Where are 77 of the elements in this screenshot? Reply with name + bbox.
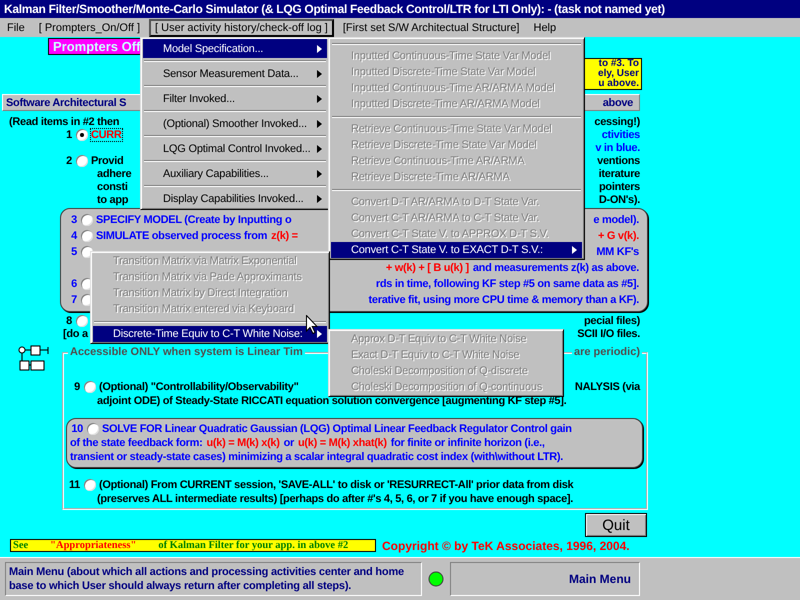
- group-label: Accessible ONLY when system is Linear Tim: [68, 346, 305, 358]
- option-text: D-ON's).: [598, 194, 640, 206]
- option-text: to app: [97, 194, 128, 206]
- status-panel: Main Menu: [450, 562, 640, 596]
- option-text: ctivities: [602, 128, 640, 140]
- mouse-pointer-icon: [306, 315, 318, 334]
- window-title: Kalman Filter/Smoother/Monte-Carlo Simulator (& LQG Optimal Feedback Control/LTR for LTI Only): - (task not named yet): [0, 0, 800, 18]
- option-text: SCII I/O files.: [577, 328, 640, 340]
- radio-button[interactable]: [84, 479, 96, 491]
- status-message: Main Menu (about which all actions and processing activities center and home base to which User should always return after completing all steps).: [5, 562, 422, 596]
- radio-button[interactable]: [76, 314, 88, 326]
- option-text: NALYSIS (via: [574, 381, 640, 393]
- option-text: adhere: [97, 168, 132, 180]
- menu-item[interactable]: (Optional) Smoother Invoked...: [143, 114, 327, 133]
- hint-text: to #3. To: [598, 59, 639, 69]
- option-text: consti: [97, 180, 128, 192]
- option-text: SIMULATE observed process from z(k) =: [96, 230, 298, 242]
- option-number: 11: [68, 479, 80, 491]
- option-number: 2: [65, 154, 72, 166]
- option-number: 5: [70, 246, 77, 258]
- header-text: Software Architectural S: [6, 96, 126, 108]
- option-text: pecial files): [584, 314, 640, 326]
- option-text: rds in time, following KF step #5 on same data as #5].: [376, 278, 639, 290]
- copyright-text: Copyright © by TeK Associates, 1996, 2004.: [382, 538, 630, 552]
- menu-item[interactable]: LQG Optimal Control Invoked...: [143, 139, 327, 158]
- menu-item[interactable]: Filter Invoked...: [143, 89, 327, 108]
- option-text: SOLVE FOR Linear Quadratic Gaussian (LQG) Optimal Linear Feedback Regulator Control gain: [102, 423, 572, 435]
- option-number: 8: [65, 314, 72, 326]
- menu-item[interactable]: Auxiliary Capabilities...: [143, 164, 327, 183]
- option-number: 4: [70, 230, 77, 242]
- option-text: (Read items in #2 then: [9, 116, 120, 128]
- header-text: above: [602, 96, 633, 108]
- option-text: e model).: [593, 214, 639, 226]
- menu-item[interactable]: Convert C-T State V. to EXACT D-T S.V.:: [331, 242, 582, 258]
- footer-text: of Kalman Filter for your app. in above #2: [158, 540, 348, 551]
- option-text: cessing!): [594, 116, 640, 128]
- option-number: 7: [70, 294, 77, 306]
- option-text: (Optional) "Controllability/Observability": [99, 381, 299, 393]
- quit-button[interactable]: Quit: [585, 513, 647, 537]
- radio-button[interactable]: [87, 423, 99, 435]
- option-number: 1: [65, 128, 72, 140]
- radio-button[interactable]: [76, 128, 88, 140]
- option-text: (Optional) From CURRENT session, 'SAVE-ALL' to disk or 'RESURRECT-All' prior data from disk: [99, 479, 574, 491]
- footer-text: See: [13, 540, 28, 551]
- option-text: Provid: [91, 154, 124, 166]
- option-text: + G v(k).: [598, 230, 639, 242]
- option-text: CURR: [91, 128, 122, 140]
- menu-item[interactable]: Model Specification...: [143, 39, 327, 58]
- option-number: 6: [70, 278, 77, 290]
- option-number: 9: [73, 381, 80, 393]
- option-text: SPECIFY MODEL (Create by Inputting o: [96, 214, 292, 226]
- option-text: v in blue.: [595, 142, 640, 154]
- option-text: iterature: [598, 168, 640, 180]
- radio-button[interactable]: [81, 230, 93, 242]
- option-text: of the state feedback form: u(k) = M(k) x(k) or u(k) = M(k) xhat(k) for finite or infinite horizon (i.e.,: [70, 437, 545, 449]
- option-text: pointers: [599, 180, 640, 192]
- menu-item[interactable]: Discrete-Time Equiv to C-T White Noise:: [93, 326, 327, 342]
- radio-button[interactable]: [81, 214, 93, 226]
- hint-text: ely, User: [598, 69, 639, 79]
- hint-text: u above.: [598, 79, 639, 89]
- option-text: ventions: [597, 154, 640, 166]
- option-text: MM KF's: [596, 246, 639, 258]
- radio-button[interactable]: [84, 381, 96, 393]
- option-number: 3: [70, 214, 77, 226]
- radio-button[interactable]: [76, 154, 88, 166]
- option-text: (preserves ALL intermediate results) [perhaps do after #'s 4, 5, 6, or 7 if you have enough space].: [97, 493, 574, 505]
- status-light-icon: [428, 571, 444, 587]
- option-number: 10: [70, 423, 83, 435]
- option-text: [do a: [63, 328, 88, 340]
- menu-item[interactable]: Display Capabilities Invoked...: [143, 189, 327, 208]
- option-text: transient or steady-state cases) minimizing a scalar integral quadratic cost index (with\without LTR).: [70, 451, 564, 463]
- option-text: terative fit, using more CPU time & memory than a KF).: [368, 294, 639, 306]
- menu-item[interactable]: Sensor Measurement Data...: [143, 64, 327, 83]
- option-text: + w(k) + [ B u(k) ] and measurements z(k) as above.: [386, 262, 639, 274]
- footer-text: "Appropriateness": [50, 540, 136, 551]
- group-label: are periodic): [572, 346, 642, 358]
- menu-bar-item[interactable]: [ User activity history/check-off log ]: [149, 18, 334, 36]
